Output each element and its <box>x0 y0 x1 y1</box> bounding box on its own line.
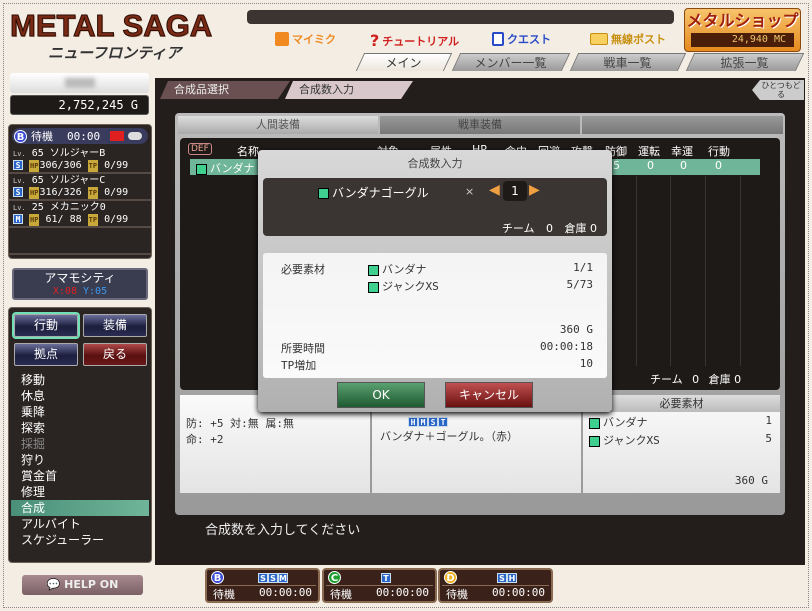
quantity-dialog: 合成数入力 バンダナゴーグル × ◀ 1 ▶ チーム 0 倉庫 0 必要素材 バ… <box>258 150 612 412</box>
info-bar <box>247 10 674 24</box>
person-icon <box>275 32 289 46</box>
tab-tanks[interactable]: 戦車一覧 <box>569 53 687 71</box>
mymiku-link[interactable]: マイミク <box>275 31 336 47</box>
tab-expansion[interactable]: 拡張一覧 <box>685 53 805 71</box>
menu-explore[interactable]: 探索 <box>11 420 149 436</box>
required-materials: 必要素材 バンダナ 1 ジャンクXS 5 360 G <box>583 395 780 493</box>
menu-synthesis[interactable]: 合成 <box>11 500 149 516</box>
junk-icon <box>368 281 379 293</box>
dialog-title: 合成数入力 <box>407 157 463 170</box>
ok-button[interactable]: OK <box>337 382 425 408</box>
human-icon <box>110 131 125 141</box>
equip-button[interactable]: 装備 <box>83 314 147 337</box>
col-name: 名称 <box>237 145 259 158</box>
party-member[interactable]: Lv. 25 メカニック0 M HP 61/ 88 TP 0/99 <box>9 201 151 228</box>
tab-main[interactable]: メイン <box>355 53 453 71</box>
tab-members[interactable]: メンバー一覧 <box>451 53 571 71</box>
team-slot-c[interactable]: CT 待機 00:00:00 <box>322 568 437 603</box>
base-button[interactable]: 拠点 <box>14 343 78 366</box>
headgear-icon <box>589 417 600 429</box>
tutorial-link[interactable]: ? チュートリアル <box>370 31 459 50</box>
headgear-icon <box>318 188 329 199</box>
speech-bubble-icon: 💬 <box>46 578 61 591</box>
party-header: B 待機 00:00 <box>12 128 148 144</box>
col-divider <box>705 176 706 366</box>
document-icon <box>492 32 504 46</box>
headgear-icon <box>368 264 379 276</box>
junk-icon <box>589 435 600 447</box>
menu-hunt[interactable]: 狩り <box>11 452 149 468</box>
tab-tank-equipment[interactable]: 戦車装備 <box>380 116 580 134</box>
menu-board[interactable]: 乗降 <box>11 404 149 420</box>
col-divider <box>740 176 741 366</box>
metal-shop-button[interactable]: メタルショップ 24,940 MC <box>684 8 801 52</box>
menu-move[interactable]: 移動 <box>11 372 149 388</box>
tab-human-equipment[interactable]: 人間装備 <box>178 116 378 134</box>
dialog-requirements: 必要素材 バンダナ 1/1 ジャンクXS 5/73 360 G 所要時間 00:… <box>263 253 607 378</box>
tank-icon <box>128 132 143 140</box>
return-button[interactable]: 戻る <box>83 343 147 366</box>
radio-post-link[interactable]: 無線ポスト <box>590 31 666 47</box>
quest-link[interactable]: クエスト <box>492 31 551 47</box>
col-divider <box>636 176 637 366</box>
mail-icon <box>590 33 608 45</box>
headgear-icon <box>196 163 207 175</box>
col-action: 行動 <box>708 145 730 158</box>
menu-bounty[interactable]: 賞金首 <box>11 468 149 484</box>
mc-balance: 24,940 MC <box>691 33 794 47</box>
logo: METAL SAGA ニューフロンティア <box>10 8 213 63</box>
col-drive: 運転 <box>638 145 660 158</box>
player-name <box>10 73 149 93</box>
team-slot-d[interactable]: DSH 待機 00:00:00 <box>438 568 553 603</box>
breadcrumb-select[interactable]: 合成品選択 <box>160 81 290 99</box>
action-button[interactable]: 行動 <box>14 314 78 337</box>
party-panel[interactable]: B 待機 00:00 Lv. 65 ソルジャーB S HP306/306 TP 0… <box>8 124 152 259</box>
gold-display: 2,752,245 G <box>10 95 149 115</box>
def-badge: DEF <box>188 143 212 155</box>
help-message: 合成数を入力してください <box>205 523 361 538</box>
tab-extra[interactable] <box>582 116 783 134</box>
back-one-button[interactable]: ひとつもどる <box>752 80 804 100</box>
party-member[interactable]: Lv. 65 ソルジャーB S HP306/306 TP 0/99 <box>9 147 151 174</box>
help-toggle-button[interactable]: 💬 HELP ON <box>22 575 143 595</box>
col-divider <box>670 176 671 366</box>
empty-slot <box>9 228 151 255</box>
breadcrumb-quantity: 合成数入力 <box>285 81 413 99</box>
menu-scheduler[interactable]: スケジューラー <box>11 532 149 548</box>
menu-repair[interactable]: 修理 <box>11 484 149 500</box>
team-slot-b[interactable]: BSSM 待機 00:00:00 <box>205 568 320 603</box>
town-location: アマモシティ X:08 Y:05 <box>12 268 148 300</box>
decrease-arrow-icon[interactable]: ◀ <box>489 182 500 198</box>
dialog-item-box: バンダナゴーグル × ◀ 1 ▶ チーム 0 倉庫 0 <box>263 178 607 236</box>
col-luck: 幸運 <box>671 145 693 158</box>
question-icon: ? <box>370 31 380 50</box>
command-panel: 行動 装備 拠点 戻る 移動 休息 乗降 探索 採掘 狩り 賞金首 修理 合成 … <box>8 307 152 563</box>
menu-rest[interactable]: 休息 <box>11 388 149 404</box>
increase-arrow-icon[interactable]: ▶ <box>529 182 540 198</box>
quantity-input[interactable]: 1 <box>503 181 527 201</box>
command-menu: 移動 休息 乗降 探索 採掘 狩り 賞金首 修理 合成 アルバイト スケジューラ… <box>11 372 149 548</box>
cancel-button[interactable]: キャンセル <box>445 382 533 408</box>
party-member[interactable]: Lv. 65 ソルジャーC S HP316/326 TP 0/99 <box>9 174 151 201</box>
menu-parttime[interactable]: アルバイト <box>11 516 149 532</box>
menu-mine: 採掘 <box>21 437 46 451</box>
table-footer: チーム 0 倉庫 0 <box>650 373 742 386</box>
